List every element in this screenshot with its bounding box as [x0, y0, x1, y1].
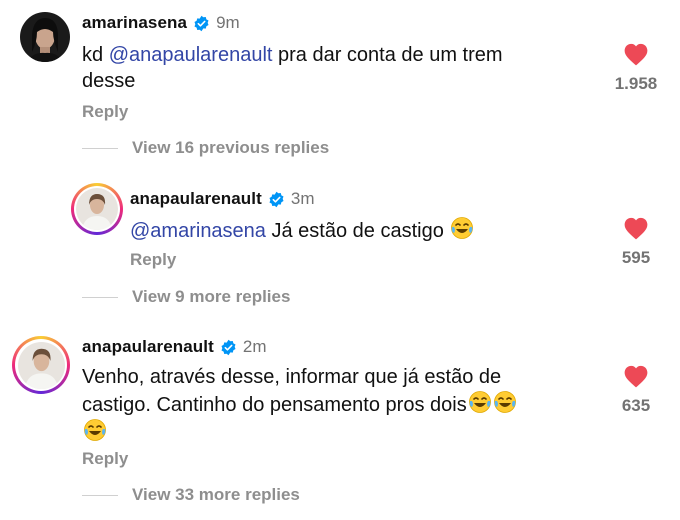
mention-link[interactable]: @amarinasena [130, 220, 266, 242]
view-replies-label[interactable]: View 33 more replies [132, 485, 300, 505]
like-count: 1.958 [614, 74, 658, 93]
comment-text: @amarinasena Já estão de castigo [130, 216, 570, 244]
heart-icon[interactable] [623, 364, 649, 388]
comment-header: amarinasena 9m [82, 13, 240, 33]
comment-header: anapaularenault 3m [130, 189, 315, 209]
view-previous-replies[interactable]: View 16 previous replies [82, 138, 329, 158]
username[interactable]: amarinasena [82, 13, 187, 33]
avatar[interactable] [12, 336, 70, 394]
like-count: 595 [621, 248, 651, 267]
like-control: 595 [606, 216, 666, 268]
view-more-replies[interactable]: View 33 more replies [82, 485, 300, 505]
comment-anapaularenault-reply: anapaularenault 3m @amarinasena Já estão… [0, 178, 680, 288]
comment-header: anapaularenault 2m [82, 337, 267, 357]
comment-text-body: Já estão de castigo [265, 220, 444, 242]
comment-text: Venho, através desse, informar que já es… [82, 364, 582, 446]
avatar[interactable] [20, 12, 70, 62]
view-replies-label[interactable]: View 16 previous replies [132, 138, 329, 158]
tears-of-joy-emoji [493, 391, 516, 413]
tears-of-joy-emoji [84, 419, 106, 441]
tears-of-joy-emoji [468, 391, 491, 413]
verified-badge-icon [194, 15, 209, 31]
reply-button[interactable]: Reply [82, 449, 128, 469]
mention-link[interactable]: @anapaularenault [109, 44, 273, 66]
like-control: 1.958 [606, 42, 666, 94]
like-count: 635 [621, 396, 651, 415]
avatar[interactable] [71, 183, 123, 235]
comment-text-prefix: kd [82, 44, 109, 66]
verified-badge-icon [221, 339, 236, 355]
reply-button[interactable]: Reply [82, 102, 128, 122]
reply-button[interactable]: Reply [130, 250, 176, 270]
comment-amarinasena: amarinasena 9m kd @anapaularenault pra d… [0, 0, 680, 130]
username[interactable]: anapaularenault [82, 337, 214, 357]
comment-text-line2: desse [82, 70, 136, 92]
heart-icon[interactable] [623, 42, 649, 66]
like-control: 635 [606, 364, 666, 416]
comment-text-line1: pra dar conta de um trem [272, 44, 503, 66]
view-replies-label[interactable]: View 9 more replies [132, 287, 290, 307]
divider [82, 147, 118, 149]
comment-text: kd @anapaularenault pra dar conta de um … [82, 42, 562, 94]
timestamp: 9m [216, 13, 240, 32]
heart-icon[interactable] [623, 216, 649, 240]
comment-text-line2: castigo. Cantinho do pensamento pros doi… [82, 394, 467, 416]
view-more-replies[interactable]: View 9 more replies [82, 287, 290, 307]
divider [82, 494, 118, 496]
timestamp: 3m [290, 189, 315, 208]
timestamp: 2m [242, 337, 267, 356]
comment-anapaularenault: anapaularenault 2m Venho, através desse,… [0, 328, 680, 478]
comment-text-line1: Venho, através desse, informar que já es… [82, 366, 502, 388]
verified-badge-icon [269, 191, 284, 207]
tears-of-joy-emoji [451, 217, 474, 239]
username[interactable]: anapaularenault [130, 189, 262, 209]
divider [82, 296, 118, 298]
